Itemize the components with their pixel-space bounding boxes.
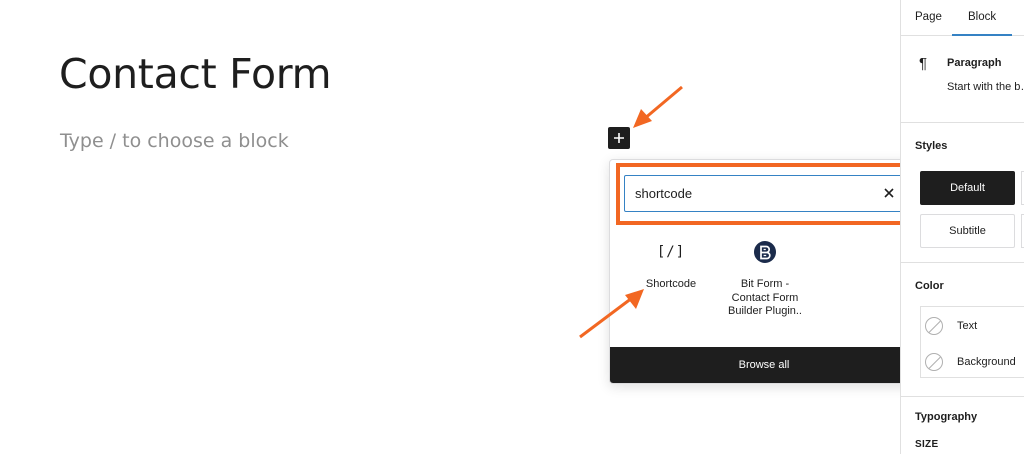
style-option-subtitle[interactable]: Subtitle <box>920 214 1015 248</box>
block-name: Paragraph <box>947 57 1002 69</box>
divider <box>901 262 1024 263</box>
browse-all-button[interactable]: Browse all <box>610 347 918 383</box>
block-search-input[interactable] <box>635 186 865 201</box>
divider <box>901 396 1024 397</box>
size-label: SIZE <box>915 439 939 450</box>
block-result-label: Shortcode <box>645 278 697 290</box>
tab-page[interactable]: Page <box>915 11 942 23</box>
color-item-label: Text <box>957 320 978 332</box>
color-item-label: Background <box>957 356 1016 368</box>
annotation-arrow-icon <box>633 85 683 128</box>
color-item-text[interactable]: Text <box>925 316 1024 336</box>
color-swatch-icon <box>925 353 943 371</box>
block-card: ¶ Paragraph Start with the b… of all nar… <box>901 37 1024 123</box>
block-inserter-button[interactable] <box>608 127 630 149</box>
block-result-shortcode[interactable]: [/] Shortcode <box>623 240 719 292</box>
typography-panel-title[interactable]: Typography <box>915 411 977 423</box>
close-icon[interactable] <box>883 187 895 199</box>
paragraph-icon: ¶ <box>919 55 928 72</box>
color-panel-title[interactable]: Color <box>915 280 944 292</box>
block-placeholder[interactable]: Type / to choose a block <box>60 130 289 152</box>
editor-canvas: Contact Form Type / to choose a block [/… <box>0 0 919 454</box>
block-result-label: Bit Form - Contact Form Builder Plugin.. <box>728 278 802 317</box>
page-title[interactable]: Contact Form <box>59 50 332 98</box>
style-option-default[interactable]: Default <box>920 171 1015 205</box>
color-item-background[interactable]: Background <box>925 352 1024 372</box>
block-search-field[interactable] <box>624 175 906 212</box>
tab-block[interactable]: Block <box>968 11 996 23</box>
bit-form-logo-icon <box>753 240 777 264</box>
block-description: Start with the b… of all narrative. <box>947 81 1024 93</box>
settings-sidebar: Page Block ¶ Paragraph Start with the b…… <box>900 0 1024 454</box>
shortcode-icon: [/] <box>656 244 686 260</box>
block-result-bit-form[interactable]: Bit Form - Contact Form Builder Plugin.. <box>717 240 813 319</box>
styles-panel-title[interactable]: Styles <box>915 140 947 152</box>
color-swatch-icon <box>925 317 943 335</box>
block-inserter-popover: [/] Shortcode Bit Form - Contact Form Bu… <box>609 159 919 384</box>
active-tab-indicator <box>952 34 1012 36</box>
plus-icon <box>614 133 624 143</box>
sidebar-tabs: Page Block <box>901 0 1024 36</box>
